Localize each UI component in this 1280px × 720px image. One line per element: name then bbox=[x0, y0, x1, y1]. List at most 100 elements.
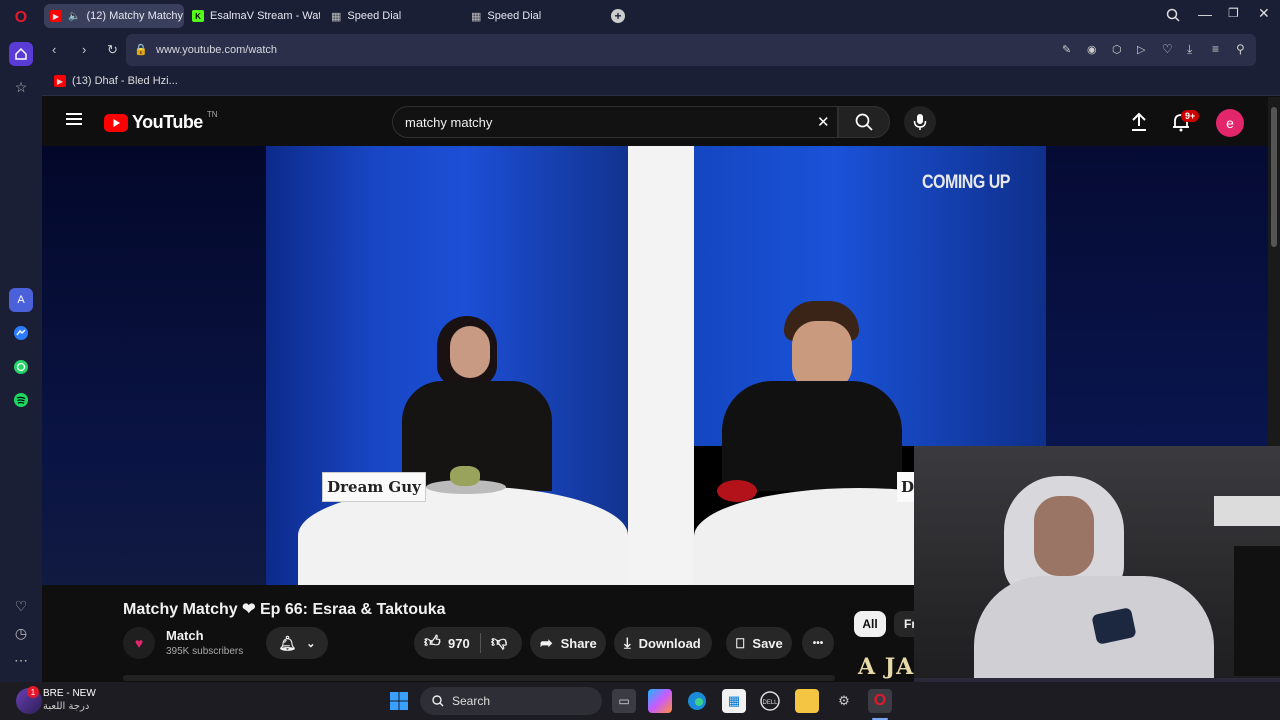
notification-badge: 9+ bbox=[1181, 110, 1200, 122]
edge-icon[interactable] bbox=[685, 689, 709, 713]
save-button[interactable]: ⎕ Save bbox=[726, 627, 792, 659]
url-text[interactable]: www.youtube.com/watch bbox=[156, 44, 277, 56]
home-icon[interactable] bbox=[9, 42, 33, 66]
tab-label: (12) Matchy Matchy bbox=[86, 10, 184, 22]
thumbnail-overlay-text: A JA bbox=[858, 654, 915, 680]
reload-icon[interactable]: ↻ bbox=[107, 42, 118, 58]
history-clock-icon[interactable]: ◷ bbox=[9, 621, 33, 645]
new-tab-button[interactable]: + bbox=[611, 9, 625, 23]
lock-icon: 🔒 bbox=[134, 44, 148, 56]
share-label: Share bbox=[560, 635, 597, 651]
upload-icon[interactable] bbox=[1130, 112, 1148, 137]
chip-all[interactable]: All bbox=[854, 611, 886, 637]
grid-icon: ▦ bbox=[331, 10, 342, 23]
download-button[interactable]: ⤓ Download bbox=[614, 627, 712, 659]
bookmark-label: (13) Dhaf - Bled Hzi... bbox=[72, 75, 178, 87]
webcam-overlay bbox=[914, 446, 1280, 720]
heart-icon[interactable]: ♡ bbox=[9, 594, 33, 618]
back-icon[interactable]: ‹ bbox=[52, 42, 56, 57]
tab-speed-dial-2[interactable]: ▦ Speed Dial bbox=[465, 4, 595, 28]
tab-label: EsalmaV Stream - Watch L bbox=[210, 10, 320, 22]
store-icon[interactable]: ▦ bbox=[722, 689, 746, 713]
clear-search-icon[interactable]: ✕ bbox=[817, 113, 830, 131]
bell-icon: 🔔︎ bbox=[278, 634, 297, 651]
bookmarks-star-icon[interactable]: ☆ bbox=[9, 75, 33, 99]
video-cake bbox=[450, 466, 480, 486]
opera-logo-icon[interactable]: O bbox=[9, 6, 33, 30]
youtube-play-logo-icon bbox=[104, 113, 128, 132]
video-rose bbox=[717, 480, 757, 502]
share-icon: ➦ bbox=[540, 635, 553, 652]
bookmark-icon: ⎕ bbox=[736, 634, 745, 651]
close-window-button[interactable]: ✕ bbox=[1258, 5, 1270, 22]
file-explorer-icon[interactable] bbox=[795, 689, 819, 713]
youtube-favicon-icon: ▶ bbox=[54, 75, 66, 87]
tab-matchy-matchy[interactable]: ▶ 🔈 (12) Matchy Matchy ♥ bbox=[44, 4, 184, 28]
webcam-ac-unit bbox=[1214, 496, 1280, 526]
bookmark-item[interactable]: ▶ (13) Dhaf - Bled Hzi... bbox=[54, 75, 178, 87]
url-field[interactable]: 🔒 www.youtube.com/watch ✎ ◉ ⬡ ▷ ♡ ⤓ ≡ ⚲ bbox=[126, 34, 1256, 66]
search-button[interactable] bbox=[838, 106, 890, 138]
play-icon[interactable]: ▷ bbox=[1137, 43, 1145, 56]
dislike-icon[interactable]: 👎︎ bbox=[491, 633, 507, 652]
youtube-logo[interactable]: YouTube TN bbox=[104, 110, 218, 133]
video-title: Matchy Matchy ❤ Ep 66: Esraa & Taktouka bbox=[123, 601, 446, 618]
microphone-icon bbox=[913, 114, 927, 130]
settings-gear-icon[interactable]: ⚙ bbox=[832, 689, 856, 713]
widget-subtitle: درجة اللعبة bbox=[43, 701, 90, 712]
grid-icon: ▦ bbox=[471, 10, 482, 23]
profile-icon[interactable]: ⚲ bbox=[1236, 42, 1245, 56]
aria-icon[interactable]: A bbox=[9, 288, 33, 312]
like-icon[interactable]: 👍︎ bbox=[424, 633, 441, 652]
dell-icon[interactable]: DELL bbox=[758, 689, 782, 713]
forward-icon[interactable]: › bbox=[82, 42, 86, 57]
search-icon bbox=[855, 113, 873, 131]
restore-button[interactable]: ❐ bbox=[1228, 6, 1239, 20]
like-dislike-group: 👍︎ 970 👎︎ bbox=[414, 627, 522, 659]
task-view-icon[interactable]: ▭ bbox=[612, 689, 636, 713]
copilot-icon[interactable] bbox=[648, 689, 672, 713]
webcam-dark-door bbox=[1234, 546, 1280, 676]
description-box-edge bbox=[123, 675, 835, 681]
video-overlay-text: COMING UP bbox=[922, 172, 1010, 193]
minimize-button[interactable]: — bbox=[1198, 6, 1212, 22]
opera-taskbar-icon[interactable]: O bbox=[868, 689, 892, 713]
tab-search-icon[interactable] bbox=[1166, 8, 1180, 25]
taskbar-search[interactable]: Search bbox=[420, 687, 602, 715]
spotify-icon[interactable] bbox=[9, 388, 33, 412]
whatsapp-icon[interactable] bbox=[9, 355, 33, 379]
kick-favicon-icon: K bbox=[192, 10, 204, 22]
tab-esalmav-stream[interactable]: K EsalmaV Stream - Watch L bbox=[186, 4, 320, 28]
search-query-text[interactable]: matchy matchy bbox=[405, 115, 492, 130]
download-icon: ⤓ bbox=[624, 634, 631, 652]
video-left-dark bbox=[42, 146, 266, 585]
easy-setup-icon[interactable]: ≡ bbox=[1212, 42, 1219, 56]
channel-name[interactable]: Match bbox=[166, 628, 204, 643]
like-count[interactable]: 970 bbox=[448, 636, 470, 651]
camera-icon[interactable]: ◉ bbox=[1087, 43, 1097, 56]
country-code: TN bbox=[206, 110, 218, 119]
shield-icon[interactable]: ⬡ bbox=[1112, 43, 1122, 56]
voice-search-button[interactable] bbox=[904, 106, 936, 138]
channel-avatar[interactable]: ♥ bbox=[123, 627, 155, 659]
tab-bar: ▶ 🔈 (12) Matchy Matchy ♥ K EsalmaV Strea… bbox=[42, 0, 1280, 32]
subscriber-count: 395K subscribers bbox=[166, 646, 244, 657]
edit-icon[interactable]: ✎ bbox=[1062, 43, 1071, 56]
more-actions-button[interactable]: ••• bbox=[802, 627, 834, 659]
heart-outline-icon[interactable]: ♡ bbox=[1162, 42, 1173, 56]
share-button[interactable]: ➦ Share bbox=[530, 627, 606, 659]
scrollbar-thumb[interactable] bbox=[1271, 107, 1277, 247]
messenger-icon[interactable] bbox=[9, 321, 33, 345]
menu-icon[interactable] bbox=[66, 112, 82, 131]
search-icon bbox=[432, 695, 444, 707]
subscribe-bell-button[interactable]: 🔔︎ ⌄ bbox=[266, 627, 328, 659]
windows-start-icon[interactable] bbox=[387, 689, 411, 713]
video-name-card: Dream Guy bbox=[322, 472, 426, 502]
widget-title[interactable]: BRE - NEW bbox=[43, 688, 96, 699]
download-icon[interactable]: ⤓ bbox=[1187, 42, 1192, 57]
avatar[interactable]: e bbox=[1216, 109, 1244, 137]
more-icon[interactable]: ⋯ bbox=[9, 648, 33, 672]
search-input[interactable]: matchy matchy ✕ bbox=[392, 106, 838, 138]
tab-speed-dial-1[interactable]: ▦ Speed Dial bbox=[325, 4, 455, 28]
speaker-icon[interactable]: 🔈 bbox=[68, 11, 80, 22]
